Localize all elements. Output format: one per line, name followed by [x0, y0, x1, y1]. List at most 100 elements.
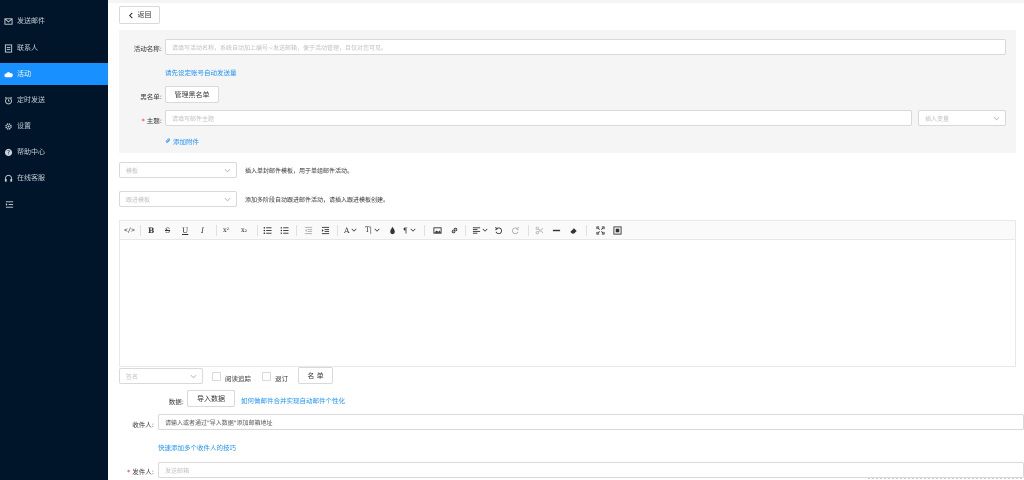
font-size-icon[interactable]: T| [365, 224, 380, 236]
image-icon[interactable] [433, 224, 442, 236]
chevron-down-icon [993, 116, 1000, 120]
sidebar-item-contacts[interactable]: 联系人 [0, 37, 108, 59]
sidebar-item-label: 帮助中心 [17, 148, 45, 156]
followup-placeholder: 跟进模板 [126, 196, 151, 204]
required-mark: * [141, 117, 145, 125]
sidebar-item-support[interactable]: 在线客服 [0, 167, 108, 189]
svg-text:?: ? [7, 150, 10, 156]
back-label: 返回 [137, 11, 152, 19]
code-icon[interactable]: </> [124, 224, 135, 236]
mail-merge-link[interactable]: 如何做邮件合并实现自动邮件个性化 [241, 395, 345, 405]
strikethrough-icon[interactable]: S [165, 224, 170, 236]
toolbar-divider [140, 225, 141, 236]
cut-icon[interactable] [535, 224, 544, 236]
tracking-checkbox[interactable] [262, 372, 271, 381]
quick-add-recipients-link[interactable]: 快速添加多个收件人的技巧 [158, 442, 236, 452]
activity-name-label: 活动名称: [133, 45, 162, 53]
sender-input[interactable]: 发送邮箱 [158, 462, 1024, 478]
redo-icon[interactable] [511, 224, 520, 236]
superscript-icon[interactable]: x² [223, 224, 229, 236]
sidebar-item-activity[interactable]: 活动 [0, 63, 108, 85]
set-sender-link[interactable]: 请先设定账号自动发送量 [165, 67, 237, 77]
sidebar-item-label: 定时发送 [17, 96, 45, 104]
gear-icon [4, 122, 13, 131]
sidebar-item-label: 在线客服 [17, 174, 45, 182]
read-tracking-checkbox[interactable] [212, 372, 221, 381]
toolbar-divider [337, 225, 338, 236]
outdent-icon[interactable] [304, 224, 313, 236]
list-button[interactable]: 名 单 [298, 367, 333, 384]
toolbar-divider [465, 225, 466, 236]
activity-name-placeholder: 请填写活动名称，系统自动加上编号~发送邮箱，便于活动管理，且仅对您可见。 [172, 44, 388, 52]
menu-fold-icon[interactable] [5, 200, 14, 209]
cloud-icon [4, 70, 13, 79]
followup-template-select[interactable]: 跟进模板 [119, 191, 237, 207]
signature-placeholder: 签名 [126, 373, 139, 381]
mail-icon [4, 17, 13, 26]
undo-icon[interactable] [494, 224, 503, 236]
chevron-down-icon [224, 197, 231, 201]
subject-label: * 主题: [128, 115, 162, 125]
subject-label-text: 主题: [146, 117, 162, 125]
font-size-label: T| [365, 226, 373, 234]
manage-blacklist-button[interactable]: 管理黑名单 [165, 86, 219, 103]
blacklist-label: 黑名单: [140, 93, 162, 101]
fill-color-icon[interactable] [388, 224, 397, 236]
chevron-down-icon [190, 374, 197, 378]
required-mark: * [127, 468, 131, 476]
sidebar-item-send-mail[interactable]: 发送邮件 [0, 10, 108, 32]
horizontal-rule-icon[interactable] [552, 224, 561, 236]
bold-icon[interactable]: B [148, 224, 154, 236]
recipient-placeholder: 请输入或者通过"导入数据"添加邮箱地址 [165, 419, 273, 427]
toolbar-divider [216, 225, 217, 236]
chevron-down-icon [482, 228, 488, 232]
link-icon[interactable] [450, 224, 459, 236]
ordered-list-icon[interactable] [280, 224, 289, 236]
manage-blacklist-label: 管理黑名单 [174, 90, 210, 99]
subject-placeholder: 请填写邮件主题 [172, 115, 215, 123]
fullscreen-icon[interactable] [596, 224, 605, 236]
followup-hint: 添加多阶段自动跟进邮件活动，请插入跟进模板创建。 [245, 197, 390, 204]
back-button[interactable]: 返回 [119, 6, 160, 24]
toolbar-divider [424, 225, 425, 236]
paragraph-icon[interactable]: ¶ [403, 224, 416, 236]
add-attachment-link[interactable]: 添加附件 [165, 136, 199, 146]
font-color-icon[interactable]: A [344, 224, 357, 236]
chevron-left-icon [128, 12, 133, 18]
recipient-input[interactable]: 请输入或者通过"导入数据"添加邮箱地址 [158, 414, 1024, 430]
eraser-icon[interactable] [569, 224, 578, 236]
rich-text-editor[interactable]: </> B S U I x² x₂ A T| ¶ [119, 220, 1016, 367]
toolbar-divider [257, 225, 258, 236]
subscript-icon[interactable]: x₂ [241, 224, 247, 236]
align-icon[interactable] [472, 224, 488, 236]
add-attachment-label: 添加附件 [173, 138, 199, 146]
tracking-label: 退订 [275, 375, 288, 383]
alarm-clock-icon [4, 96, 13, 105]
import-data-button[interactable]: 导入数据 [187, 390, 235, 407]
sidebar-item-scheduled[interactable]: 定时发送 [0, 89, 108, 111]
toolbar-divider [296, 225, 297, 236]
data-label: 数据: [168, 398, 184, 406]
template-select[interactable]: 模板 [119, 162, 237, 178]
chevron-down-icon [410, 228, 416, 232]
indent-icon[interactable] [321, 224, 330, 236]
activity-name-input[interactable]: 请填写活动名称，系统自动加上编号~发送邮箱，便于活动管理，且仅对您可见。 [165, 39, 1006, 55]
sidebar-item-label: 活动 [17, 70, 31, 78]
italic-icon[interactable]: I [201, 224, 204, 236]
unordered-list-icon[interactable] [263, 224, 272, 236]
font-color-label: A [344, 225, 350, 235]
source-icon[interactable] [613, 224, 622, 236]
toolbar-divider [528, 225, 529, 236]
signature-select[interactable]: 签名 [119, 368, 203, 384]
recipient-label: 收件人: [132, 421, 154, 429]
sidebar-item-help[interactable]: ? 帮助中心 [0, 141, 108, 163]
insert-variable-select[interactable]: 插入变量 [918, 110, 1006, 126]
sender-label: * 发件人: [118, 466, 154, 476]
question-icon: ? [4, 148, 13, 157]
underline-icon[interactable]: U [182, 224, 188, 236]
sidebar-item-settings[interactable]: 设置 [0, 115, 108, 137]
sidebar-item-label: 联系人 [17, 44, 38, 52]
sender-placeholder: 发送邮箱 [165, 467, 190, 475]
subject-input[interactable]: 请填写邮件主题 [165, 110, 912, 126]
insert-variable-placeholder: 插入变量 [925, 115, 950, 123]
